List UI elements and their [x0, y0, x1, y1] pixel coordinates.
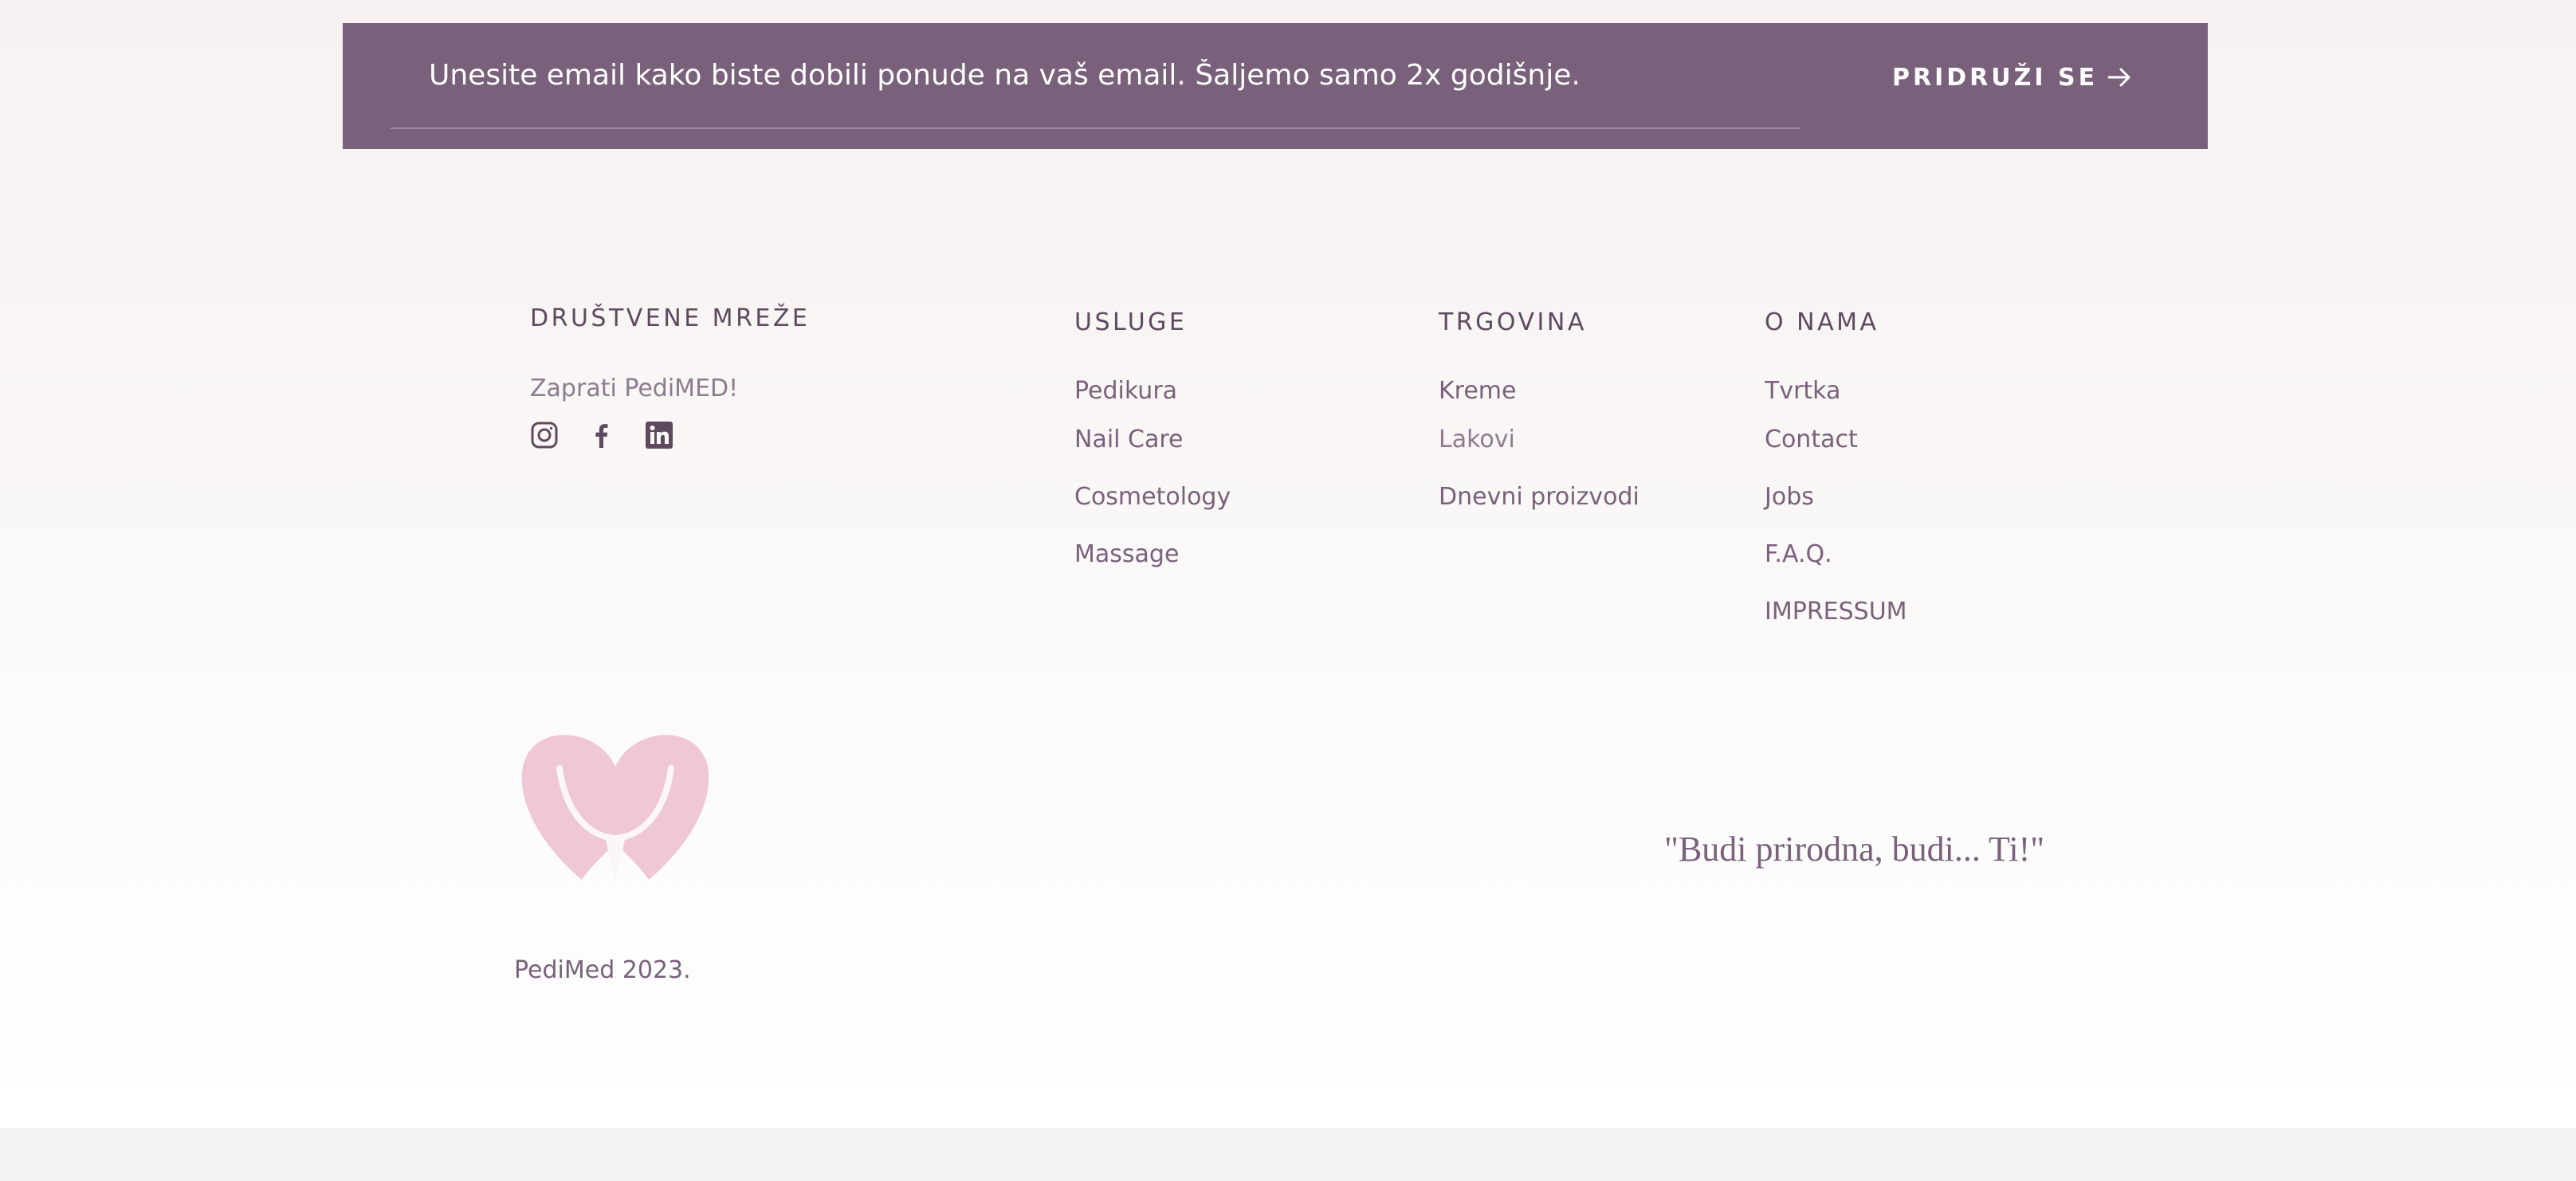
join-newsletter-button[interactable]: PRIDRUŽI SE: [1892, 58, 2133, 96]
services-heading: USLUGE: [1074, 308, 1188, 336]
link-kreme[interactable]: Kreme: [1439, 377, 1517, 405]
pedimed-logo[interactable]: [518, 727, 713, 883]
tagline: "Budi prirodna, budi... Ti!": [1664, 830, 2045, 869]
join-button-label: PRIDRUŽI SE: [1892, 63, 2099, 92]
link-contact[interactable]: Contact: [1765, 426, 1858, 453]
link-dnevni-proizvodi[interactable]: Dnevni proizvodi: [1439, 483, 1639, 511]
social-heading: DRUŠTVENE MREŽE: [530, 304, 811, 332]
copyright: PediMed 2023.: [514, 956, 691, 984]
link-lakovi[interactable]: Lakovi: [1439, 426, 1515, 453]
link-tvrtka[interactable]: Tvrtka: [1765, 377, 1840, 405]
link-pedikura[interactable]: Pedikura: [1074, 377, 1177, 405]
arrow-right-icon: [2106, 64, 2133, 91]
link-jobs[interactable]: Jobs: [1765, 483, 1814, 511]
bottom-bar: [0, 1128, 2576, 1181]
newsletter-email-input[interactable]: [391, 23, 1800, 129]
linkedin-icon[interactable]: [645, 421, 673, 449]
social-icons: [530, 419, 673, 451]
link-nail-care[interactable]: Nail Care: [1074, 426, 1184, 453]
link-faq[interactable]: F.A.Q.: [1765, 540, 1832, 568]
newsletter-banner: PRIDRUŽI SE: [343, 23, 2208, 149]
about-heading: O NAMA: [1765, 308, 1879, 336]
facebook-icon[interactable]: [587, 421, 616, 449]
link-cosmetology[interactable]: Cosmetology: [1074, 483, 1231, 511]
link-massage[interactable]: Massage: [1074, 540, 1179, 568]
link-impressum[interactable]: IMPRESSUM: [1765, 598, 1907, 626]
footer-page: PRIDRUŽI SE DRUŠTVENE MREŽE Zaprati Pedi…: [0, 0, 2576, 1128]
instagram-icon[interactable]: [530, 421, 559, 449]
follow-text: Zaprati PediMED!: [530, 375, 739, 402]
shop-heading: TRGOVINA: [1439, 308, 1587, 336]
